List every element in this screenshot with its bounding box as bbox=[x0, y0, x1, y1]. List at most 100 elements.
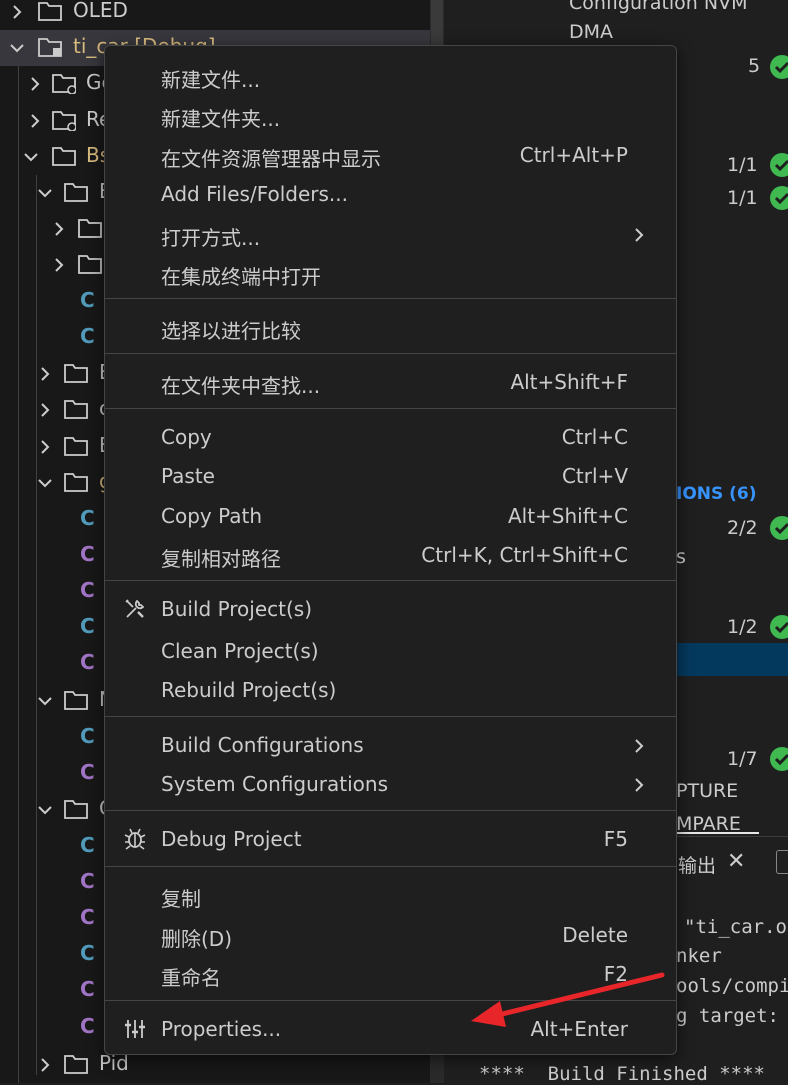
menu-item-label: 新建文件夹... bbox=[161, 107, 281, 131]
folder-icon bbox=[52, 145, 76, 167]
check-icon bbox=[770, 153, 788, 177]
config-item[interactable]: Configuration NVM bbox=[569, 0, 748, 14]
menu-separator bbox=[105, 353, 676, 354]
folder-icon bbox=[38, 0, 62, 22]
menu-item-label: Properties... bbox=[161, 1017, 282, 1041]
menu-item-rename[interactable]: 重命名 F2 bbox=[105, 956, 676, 992]
folder-icon bbox=[78, 253, 102, 275]
folder-icon bbox=[64, 435, 88, 457]
menu-item-debug-project[interactable]: Debug Project F5 bbox=[105, 821, 676, 857]
menu-item-clean-project[interactable]: Clean Project(s) bbox=[105, 633, 676, 669]
menu-item-paste[interactable]: Paste Ctrl+V bbox=[105, 458, 676, 494]
menu-item-open-in-terminal[interactable]: 在集成终端中打开 bbox=[105, 255, 676, 291]
folder-icon bbox=[64, 181, 88, 203]
menu-separator bbox=[105, 866, 676, 867]
c-file-icon: C bbox=[80, 977, 95, 1001]
menu-item-label: Build Project(s) bbox=[161, 597, 313, 621]
menu-item-duplicate[interactable]: 复制 bbox=[105, 877, 676, 913]
chevron-down-icon bbox=[38, 800, 52, 820]
terminal-line: ools/compi bbox=[676, 975, 788, 997]
chevron-right-icon bbox=[632, 775, 646, 795]
folder-icon bbox=[64, 1053, 88, 1075]
menu-separator bbox=[105, 408, 676, 409]
project-folder-icon bbox=[38, 36, 62, 58]
menu-item-label: 在集成终端中打开 bbox=[161, 265, 321, 289]
menu-item-label: 复制相对路径 bbox=[161, 547, 281, 571]
menu-item-select-for-compare[interactable]: 选择以进行比较 bbox=[105, 309, 676, 345]
settings-sliders-icon bbox=[123, 1017, 147, 1041]
menu-item-label: 复制 bbox=[161, 887, 201, 911]
terminal-line: g target: bbox=[676, 1005, 779, 1027]
menu-item-shortcut: Ctrl+Alt+P bbox=[519, 143, 628, 167]
folder-icon bbox=[64, 471, 88, 493]
menu-item-copy-relative-path[interactable]: 复制相对路径 Ctrl+K, Ctrl+Shift+C bbox=[105, 537, 676, 573]
menu-item-new-folder[interactable]: 新建文件夹... bbox=[105, 97, 676, 133]
menu-item-find-in-folder[interactable]: 在文件夹中查找... Alt+Shift+F bbox=[105, 364, 676, 400]
menu-item-label: 打开方式... bbox=[161, 226, 261, 250]
menu-item-rebuild-project[interactable]: Rebuild Project(s) bbox=[105, 672, 676, 708]
menu-item-new-file[interactable]: 新建文件... bbox=[105, 58, 676, 94]
menu-item-add-files-folders[interactable]: Add Files/Folders... bbox=[105, 176, 676, 212]
context-menu: 新建文件... 新建文件夹... 在文件资源管理器中显示 Ctrl+Alt+P … bbox=[104, 45, 677, 1055]
menu-separator bbox=[105, 716, 676, 717]
count-label: 5 bbox=[748, 55, 761, 77]
check-icon bbox=[770, 516, 788, 540]
menu-item-open-with[interactable]: 打开方式... bbox=[105, 216, 676, 252]
menu-item-properties[interactable]: Properties... Alt+Enter bbox=[105, 1011, 676, 1047]
terminal-line: nker bbox=[676, 945, 722, 967]
menu-item-label: 在文件资源管理器中显示 bbox=[161, 147, 381, 171]
menu-item-label: Copy bbox=[161, 425, 212, 449]
menu-item-label: Paste bbox=[161, 464, 215, 488]
chevron-right-icon bbox=[632, 736, 646, 756]
menu-item-label: Clean Project(s) bbox=[161, 639, 319, 663]
menu-item-label: 在文件夹中查找... bbox=[161, 374, 321, 398]
config-item[interactable]: DMA bbox=[569, 21, 613, 43]
panel-action-icon[interactable] bbox=[776, 850, 788, 874]
menu-item-shortcut: Ctrl+C bbox=[561, 425, 628, 449]
tree-label: OLED bbox=[73, 0, 128, 22]
menu-item-delete[interactable]: 删除(D) Delete bbox=[105, 917, 676, 953]
menu-item-shortcut: Alt+Shift+F bbox=[510, 370, 628, 394]
c-file-icon: C bbox=[80, 1014, 95, 1038]
tools-icon bbox=[123, 597, 147, 621]
config-item[interactable]: PTURE bbox=[676, 780, 738, 802]
section-header[interactable]: IONS (6) bbox=[676, 484, 757, 504]
linked-folder-icon bbox=[52, 109, 77, 132]
c-file-icon: C bbox=[80, 324, 95, 348]
chevron-right-icon bbox=[10, 2, 24, 22]
chevron-right-icon bbox=[38, 400, 52, 420]
chevron-down-icon bbox=[38, 183, 52, 203]
menu-item-build-project[interactable]: Build Project(s) bbox=[105, 591, 676, 627]
folder-icon bbox=[64, 398, 88, 420]
c-file-icon: C bbox=[80, 833, 95, 857]
check-icon bbox=[770, 186, 788, 210]
tab-output[interactable]: 输出 bbox=[678, 851, 716, 878]
count-label: 1/2 bbox=[727, 616, 758, 638]
chevron-right-icon bbox=[38, 364, 52, 384]
menu-separator bbox=[105, 298, 676, 299]
menu-item-copy[interactable]: Copy Ctrl+C bbox=[105, 419, 676, 455]
count-label: 1/1 bbox=[727, 154, 758, 176]
menu-item-copy-path[interactable]: Copy Path Alt+Shift+C bbox=[105, 498, 676, 534]
config-item-fragment: s bbox=[676, 546, 686, 568]
tree-folder-oled[interactable]: OLED bbox=[0, 0, 430, 30]
menu-item-system-configurations[interactable]: System Configurations bbox=[105, 766, 676, 802]
menu-item-shortcut: Alt+Enter bbox=[530, 1017, 628, 1041]
folder-icon bbox=[64, 689, 88, 711]
menu-separator bbox=[105, 580, 676, 581]
count-label: 1/7 bbox=[727, 748, 758, 770]
menu-item-label: Debug Project bbox=[161, 827, 302, 851]
c-file-icon: C bbox=[80, 578, 95, 602]
c-file-icon: C bbox=[80, 614, 95, 638]
menu-item-build-configurations[interactable]: Build Configurations bbox=[105, 727, 676, 763]
chevron-right-icon bbox=[52, 219, 66, 239]
menu-item-reveal-in-explorer[interactable]: 在文件资源管理器中显示 Ctrl+Alt+P bbox=[105, 137, 676, 173]
menu-item-shortcut: Delete bbox=[562, 923, 628, 947]
chevron-down-icon bbox=[10, 38, 24, 58]
chevron-right-icon bbox=[52, 255, 66, 275]
close-icon[interactable]: ✕ bbox=[727, 849, 745, 874]
linked-folder-icon bbox=[52, 72, 77, 95]
chevron-down-icon bbox=[38, 473, 52, 493]
c-file-icon: C bbox=[80, 724, 95, 748]
chevron-right-icon bbox=[28, 74, 42, 94]
